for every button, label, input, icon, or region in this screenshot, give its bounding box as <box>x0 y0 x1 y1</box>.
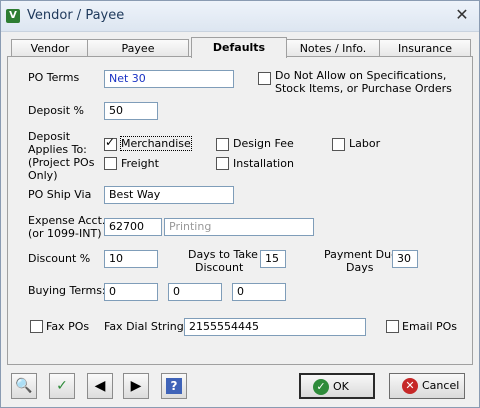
tab-defaults[interactable]: Defaults <box>191 37 287 58</box>
tab-vendor-label: Vendor <box>30 42 70 55</box>
cancel-label: Cancel <box>422 379 460 392</box>
po-terms-label: PO Terms <box>28 71 80 84</box>
tab-payee[interactable]: Payee <box>87 39 189 57</box>
tab-strip: Vendor Payee Defaults Notes / Info. Insu… <box>7 37 473 58</box>
labor-checkbox[interactable] <box>332 138 345 151</box>
tab-defaults-label: Defaults <box>212 41 266 54</box>
spellcheck-button[interactable]: ✓ <box>49 373 75 399</box>
help-icon: ? <box>166 378 182 394</box>
close-icon[interactable]: ✕ <box>455 5 468 24</box>
po-ship-via-label: PO Ship Via <box>28 188 92 201</box>
ok-label: OK <box>333 380 349 393</box>
freight-label[interactable]: Freight <box>121 157 159 170</box>
payment-due-label-2: Days <box>346 261 374 274</box>
search-button[interactable]: 🔍 <box>11 373 37 399</box>
expense-acct-label-1: Expense Acct. <box>28 214 106 227</box>
merchandise-checkbox[interactable]: ✓ <box>104 135 117 151</box>
tab-vendor[interactable]: Vendor <box>11 39 89 57</box>
tab-payee-label: Payee <box>121 42 155 55</box>
expense-acct-label-2: (or 1099-INT) <box>28 227 102 240</box>
buying-terms-label: Buying Terms: <box>28 284 106 297</box>
merchandise-label[interactable]: Merchandise <box>120 136 192 151</box>
days-to-take-input[interactable]: 15 <box>260 250 286 268</box>
design-fee-checkbox[interactable] <box>216 138 229 151</box>
tab-insurance-label: Insurance <box>398 42 452 55</box>
spellcheck-icon: ✓ <box>56 378 68 394</box>
tab-notes-label: Notes / Info. <box>299 42 367 55</box>
email-pos-checkbox[interactable] <box>386 320 399 333</box>
search-icon: 🔍 <box>15 378 33 394</box>
deposit-applies-label-4: Only) <box>28 169 58 182</box>
tab-insurance[interactable]: Insurance <box>379 39 471 57</box>
deposit-pct-label: Deposit % <box>28 104 84 117</box>
do-not-allow-label-2: Stock Items, or Purchase Orders <box>275 82 452 95</box>
buying-terms-input-3[interactable]: 0 <box>232 283 286 301</box>
vendor-payee-window: V Vendor / Payee ✕ Vendor Payee Defaults… <box>0 0 480 408</box>
freight-checkbox[interactable] <box>104 157 117 170</box>
previous-button[interactable]: ◀ <box>87 373 113 399</box>
ok-button[interactable]: ✓ OK <box>299 373 375 399</box>
do-not-allow-label-1: Do Not Allow on Specifications, <box>275 69 447 82</box>
deposit-applies-label-1: Deposit <box>28 130 71 143</box>
design-fee-label[interactable]: Design Fee <box>233 137 294 150</box>
payment-due-input[interactable]: 30 <box>392 250 418 268</box>
do-not-allow-checkbox[interactable] <box>258 72 271 85</box>
title-bar: V Vendor / Payee ✕ <box>1 1 479 32</box>
installation-checkbox[interactable] <box>216 157 229 170</box>
deposit-applies-label-2: Applies To: <box>28 143 87 156</box>
ok-check-icon: ✓ <box>313 379 329 395</box>
help-button[interactable]: ? <box>161 373 187 399</box>
fax-pos-checkbox[interactable] <box>30 320 43 333</box>
fax-dial-string-input[interactable]: 2155554445 <box>184 318 366 336</box>
close-button[interactable]: ✕ <box>453 7 471 23</box>
days-to-take-label-1: Days to Take <box>188 248 258 261</box>
tab-notes-info[interactable]: Notes / Info. <box>285 39 381 57</box>
window-title: Vendor / Payee <box>27 8 125 23</box>
next-button[interactable]: ▶ <box>123 373 149 399</box>
po-terms-input[interactable]: Net 30 <box>104 70 234 88</box>
discount-pct-label: Discount % <box>28 252 91 265</box>
defaults-panel: PO Terms Net 30 Do Not Allow on Specific… <box>7 56 473 365</box>
payment-due-label-1: Payment Due <box>324 248 398 261</box>
cancel-button[interactable]: ✕ Cancel <box>389 373 465 399</box>
labor-label[interactable]: Labor <box>349 137 380 150</box>
discount-pct-input[interactable]: 10 <box>104 250 158 268</box>
fax-pos-label[interactable]: Fax POs <box>46 320 89 333</box>
cancel-x-icon: ✕ <box>402 378 418 394</box>
buying-terms-input-2[interactable]: 0 <box>168 283 222 301</box>
expense-acct-input[interactable]: 62700 <box>104 218 162 236</box>
installation-label[interactable]: Installation <box>233 157 294 170</box>
deposit-applies-label-3: (Project POs <box>28 156 95 169</box>
buying-terms-input-1[interactable]: 0 <box>104 283 158 301</box>
checkmark-icon: ✓ <box>105 135 116 149</box>
po-ship-via-input[interactable]: Best Way <box>104 186 234 204</box>
fax-dial-string-label: Fax Dial String <box>104 320 184 333</box>
previous-icon: ◀ <box>94 378 106 394</box>
next-icon: ▶ <box>130 378 142 394</box>
app-icon: V <box>6 9 20 23</box>
expense-acct-description: Printing <box>164 218 314 236</box>
days-to-take-label-2: Discount <box>195 261 244 274</box>
email-pos-label[interactable]: Email POs <box>402 320 457 333</box>
deposit-pct-input[interactable]: 50 <box>104 102 158 120</box>
